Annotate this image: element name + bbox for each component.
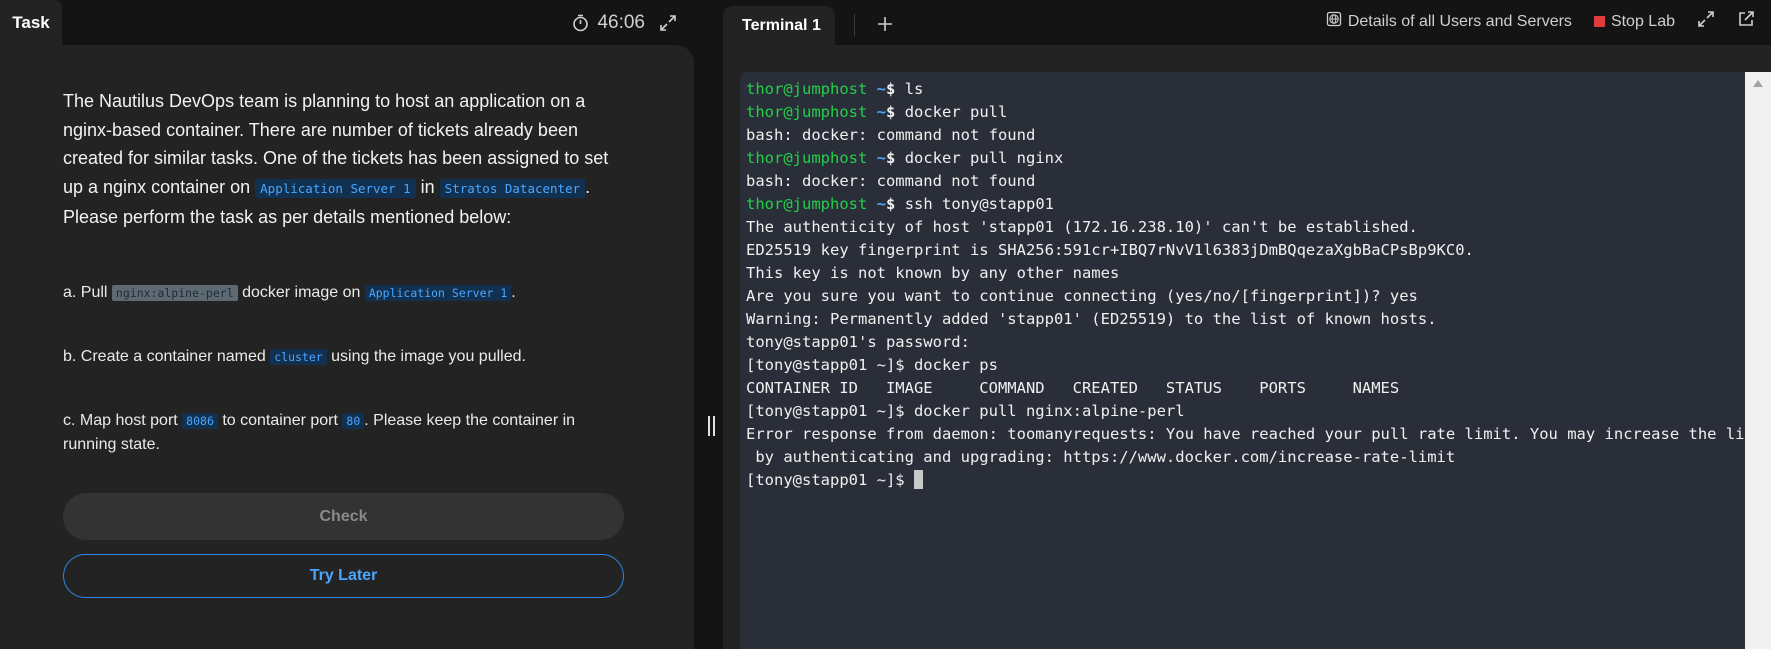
output-text: The authenticity of host 'stapp01 (172.1… bbox=[746, 218, 1418, 236]
terminal-pane: Terminal 1 Details of all Users and Serv… bbox=[723, 0, 1771, 649]
output-text: Warning: Permanently added 'stapp01' (ED… bbox=[746, 310, 1437, 328]
terminal-line: ED25519 key fingerprint is SHA256:591cr+… bbox=[746, 239, 1745, 262]
timer-value: 46:06 bbox=[597, 12, 645, 33]
prompt-user: thor@jumphost bbox=[746, 195, 868, 213]
output-text: bash: docker: command not found bbox=[746, 172, 1036, 190]
terminal-line: Warning: Permanently added 'stapp01' (ED… bbox=[746, 308, 1745, 331]
expand-icon[interactable] bbox=[659, 14, 677, 32]
command-text: ssh tony@stapp01 bbox=[895, 195, 1054, 213]
task-tab-label: Task bbox=[12, 12, 50, 32]
terminal-line: thor@jumphost ~$ docker pull nginx bbox=[746, 147, 1745, 170]
terminal-line: [tony@stapp01 ~]$ bbox=[746, 469, 1745, 492]
output-text: by authenticating and upgrading: https:/… bbox=[746, 448, 1456, 466]
expand-icon[interactable] bbox=[1697, 10, 1715, 33]
terminal-line: by authenticating and upgrading: https:/… bbox=[746, 446, 1745, 469]
command-text: docker pull bbox=[895, 103, 1008, 121]
output-text: Are you sure you want to continue connec… bbox=[746, 287, 1418, 305]
stop-lab-button[interactable]: Stop Lab bbox=[1593, 12, 1675, 31]
task-header-controls: 46:06 bbox=[572, 12, 677, 34]
code-host-port: 8086 bbox=[182, 413, 218, 429]
code-container-name: cluster bbox=[270, 349, 327, 365]
terminal-line: bash: docker: command not found bbox=[746, 124, 1745, 147]
prompt-path: ~ bbox=[876, 80, 887, 98]
task-tab[interactable]: Task bbox=[0, 0, 62, 45]
code-image-name: nginx:alpine-perl bbox=[111, 285, 238, 301]
code-datacenter: Stratos Datacenter bbox=[439, 178, 586, 198]
terminal-line: thor@jumphost ~$ ls bbox=[746, 78, 1745, 101]
prompt-path: ~ bbox=[876, 103, 887, 121]
details-users-servers-button[interactable]: Details of all Users and Servers bbox=[1326, 11, 1572, 32]
terminal-line: The authenticity of host 'stapp01 (172.1… bbox=[746, 216, 1745, 239]
terminal-line: tony@stapp01's password: bbox=[746, 331, 1745, 354]
step-b: b. Create a container named cluster usin… bbox=[63, 348, 526, 365]
output-text: Error response from daemon: toomanyreque… bbox=[746, 425, 1745, 443]
terminal-frame: thor@jumphost ~$ ls thor@jumphost ~$ dock… bbox=[723, 45, 1771, 649]
output-text: [tony@stapp01 ~]$ docker ps bbox=[746, 356, 998, 374]
terminal-line: [tony@stapp01 ~]$ docker pull nginx:alpi… bbox=[746, 400, 1745, 423]
scroll-up-arrow-icon[interactable] bbox=[1753, 80, 1763, 87]
terminal-cursor bbox=[913, 470, 923, 489]
terminal-lines: thor@jumphost ~$ ls thor@jumphost ~$ dock… bbox=[740, 72, 1745, 492]
code-app-server: Application Server 1 bbox=[255, 178, 416, 198]
prompt-symbol: $ bbox=[886, 80, 896, 98]
plus-icon[interactable] bbox=[871, 10, 899, 38]
terminal-line: CONTAINER ID IMAGE COMMAND CREATED STATU… bbox=[746, 377, 1745, 400]
command-text: docker pull nginx bbox=[895, 149, 1064, 167]
stop-lab-label: Stop Lab bbox=[1610, 12, 1675, 30]
prompt-user: thor@jumphost bbox=[746, 80, 868, 98]
task-description: The Nautilus DevOps team is planning to … bbox=[63, 91, 609, 227]
terminal-line: This key is not known by any other names bbox=[746, 262, 1745, 285]
stopwatch-icon bbox=[572, 14, 589, 32]
task-pane: Task 46:06 The Nautilus DevOps team is p… bbox=[0, 0, 705, 649]
output-text: bash: docker: command not found bbox=[746, 126, 1036, 144]
prompt-user: thor@jumphost bbox=[746, 103, 868, 121]
globe-icon bbox=[1326, 11, 1342, 32]
external-link-icon[interactable] bbox=[1737, 10, 1755, 33]
tab-terminal-1[interactable]: Terminal 1 bbox=[723, 6, 835, 45]
step-c: c. Map host port 8086 to container port … bbox=[63, 412, 576, 453]
output-text: CONTAINER ID IMAGE COMMAND CREATED STATU… bbox=[746, 379, 1400, 397]
terminal-line: thor@jumphost ~$ docker pull bbox=[746, 101, 1745, 124]
step-a: a. Pull nginx:alpine-perl docker image o… bbox=[63, 284, 516, 301]
task-card: The Nautilus DevOps team is planning to … bbox=[0, 45, 694, 649]
terminal-line: [tony@stapp01 ~]$ docker ps bbox=[746, 354, 1745, 377]
terminal-line: bash: docker: command not found bbox=[746, 170, 1745, 193]
prompt-path: ~ bbox=[876, 149, 887, 167]
code-container-port: 80 bbox=[342, 413, 365, 429]
output-text: [tony@stapp01 ~]$ bbox=[746, 471, 914, 489]
terminal-line: Are you sure you want to continue connec… bbox=[746, 285, 1745, 308]
output-text: tony@stapp01's password: bbox=[746, 333, 970, 351]
pane-resize-handle[interactable] bbox=[705, 414, 717, 438]
prompt-symbol: $ bbox=[886, 195, 896, 213]
code-app-server-a: Application Server 1 bbox=[364, 285, 512, 301]
stop-icon bbox=[1593, 16, 1605, 27]
output-text: ED25519 key fingerprint is SHA256:591cr+… bbox=[746, 241, 1474, 259]
prompt-path: ~ bbox=[876, 195, 887, 213]
prompt-user: thor@jumphost bbox=[746, 149, 868, 167]
output-text: [tony@stapp01 ~]$ docker pull nginx:alpi… bbox=[746, 402, 1185, 420]
details-label: Details of all Users and Servers bbox=[1347, 12, 1572, 30]
output-text: This key is not known by any other names bbox=[746, 264, 1120, 282]
lab-timer: 46:06 bbox=[572, 12, 645, 34]
try-later-button[interactable]: Try Later bbox=[63, 554, 624, 598]
terminal-header-controls: Details of all Users and Servers Stop La… bbox=[1326, 10, 1755, 33]
terminal-tab-label: Terminal 1 bbox=[742, 16, 821, 34]
terminal-line: thor@jumphost ~$ ssh tony@stapp01 bbox=[746, 193, 1745, 216]
terminal-output[interactable]: thor@jumphost ~$ ls thor@jumphost ~$ dock… bbox=[740, 72, 1745, 649]
prompt-symbol: $ bbox=[886, 149, 896, 167]
terminal-line: Error response from daemon: toomanyreque… bbox=[746, 423, 1745, 446]
terminal-scrollbar[interactable] bbox=[1745, 72, 1771, 649]
check-button[interactable]: Check bbox=[63, 493, 624, 540]
prompt-symbol: $ bbox=[886, 103, 896, 121]
tab-divider bbox=[854, 14, 855, 36]
command-text: ls bbox=[895, 80, 924, 98]
